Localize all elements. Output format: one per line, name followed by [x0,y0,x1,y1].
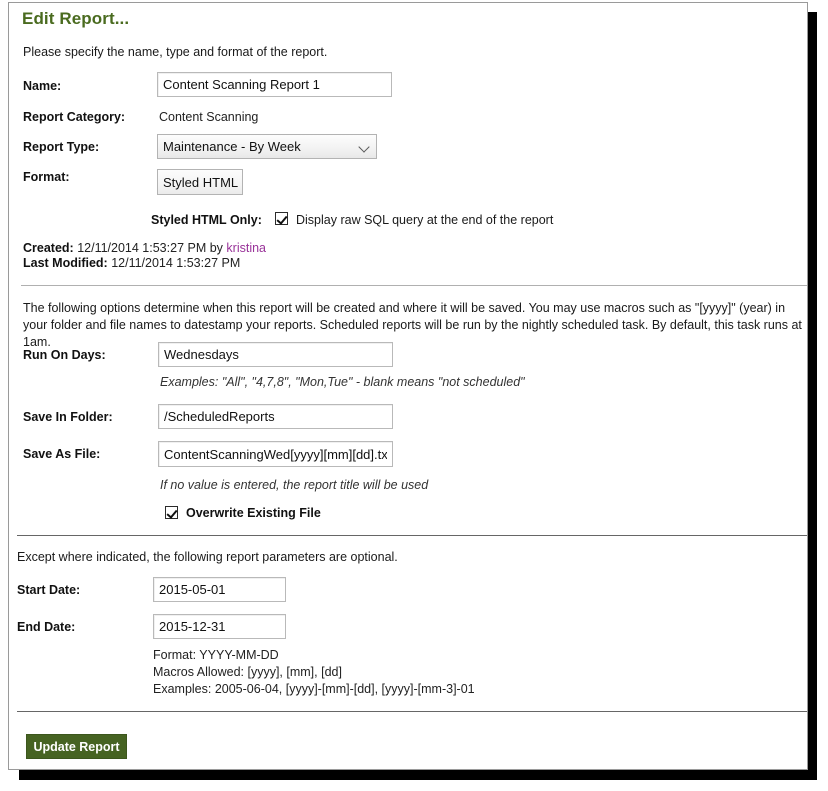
created-label: Created: [23,241,74,255]
ghost-artifact-line-2 [33,213,36,227]
schedule-description: The following options determine when thi… [23,301,802,349]
styled-html-only-label: Styled HTML Only: [151,213,262,227]
created-line: Created: 12/11/2014 1:53:27 PM by kristi… [23,241,266,255]
divider-actions [17,711,807,712]
save-as-file-input[interactable] [158,441,393,467]
start-date-label: Start Date: [17,583,81,597]
save-in-folder-label: Save In Folder: [23,410,113,424]
created-by-user-link[interactable]: kristina [226,241,266,255]
save-in-folder-input[interactable] [158,404,393,429]
format-label: Format: [23,170,70,184]
divider-parameters [17,535,807,536]
last-modified-value: 12/11/2014 1:53:27 PM [111,256,241,270]
date-format-notes: Format: YYYY-MM-DD Macros Allowed: [yyyy… [153,648,475,696]
save-as-file-hint: If no value is entered, the report title… [160,478,429,492]
run-on-days-input[interactable] [158,342,393,367]
report-type-label: Report Type: [23,140,100,154]
display-raw-sql-label: Display raw SQL query at the end of the … [296,213,554,227]
overwrite-existing-file-label: Overwrite Existing File [186,506,321,520]
end-date-input[interactable] [153,614,286,639]
run-on-days-label: Run On Days: [23,348,106,362]
created-value: 12/11/2014 1:53:27 PM by [77,241,223,255]
edit-report-panel: Edit Report... Please specify the name, … [8,2,808,770]
end-date-label: End Date: [17,620,76,634]
last-modified-line: Last Modified: 12/11/2014 1:53:27 PM [23,256,240,270]
name-label: Name: [23,79,62,93]
report-type-select[interactable]: Maintenance - By Week [157,134,377,159]
intro-text: Please specify the name, type and format… [23,45,328,59]
screenshot-stage: Edit Report... Please specify the name, … [0,0,828,791]
parameters-description: Except where indicated, the following re… [17,550,398,564]
save-as-file-label: Save As File: [23,447,101,461]
page-title: Edit Report... [22,9,130,28]
report-category-label: Report Category: [23,110,126,124]
start-date-input[interactable] [153,577,286,602]
overwrite-existing-file-checkbox[interactable] [165,506,178,519]
divider-top [21,285,807,286]
name-input[interactable] [157,72,392,97]
display-raw-sql-checkbox[interactable] [275,212,288,225]
ghost-artifact-line-1 [33,199,36,213]
format-select[interactable]: Styled HTML [157,169,243,195]
update-report-button[interactable]: Update Report [26,734,127,759]
last-modified-label: Last Modified: [23,256,108,270]
report-category-value: Content Scanning [159,110,259,124]
run-on-days-hint: Examples: "All", "4,7,8", "Mon,Tue" - bl… [160,375,525,389]
